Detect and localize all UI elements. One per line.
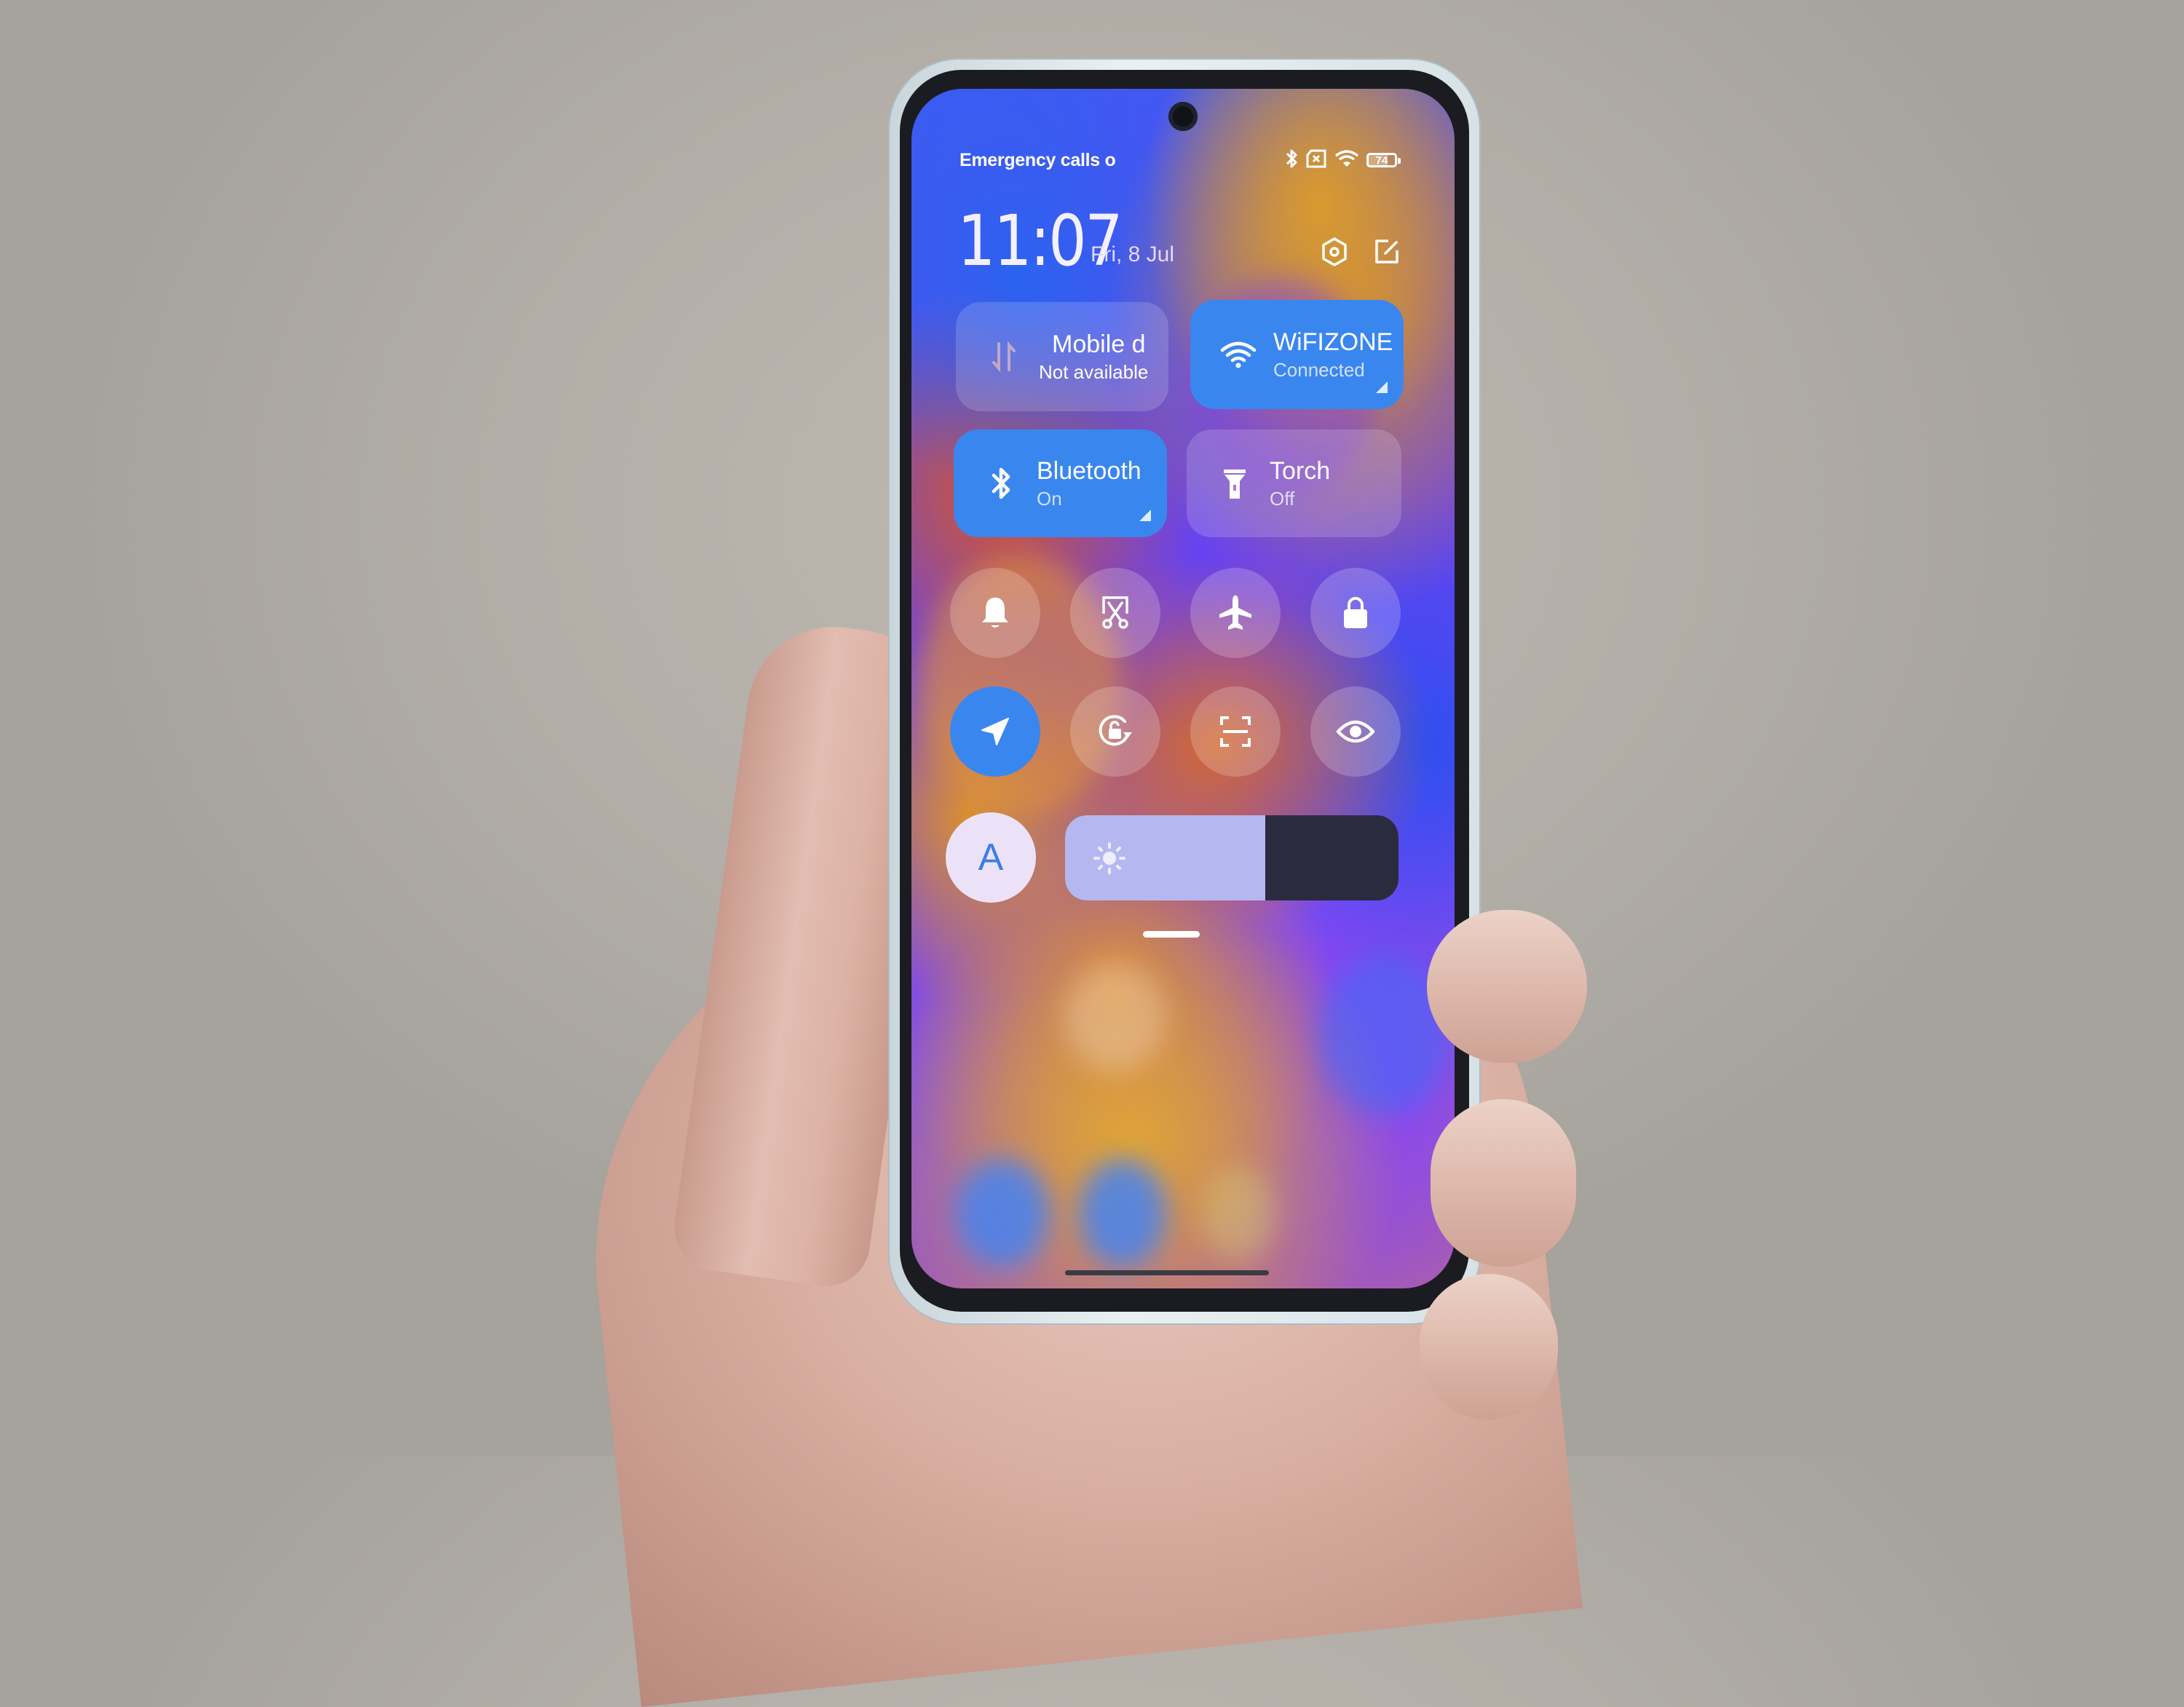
status-icons: 74 — [1285, 148, 1401, 173]
sun-icon — [1093, 841, 1126, 879]
tile-mobile-data[interactable]: Mobile d Not available — [956, 302, 1168, 411]
edit-icon — [1375, 239, 1398, 264]
bluetooth-icon — [1285, 148, 1298, 173]
tile-wifi[interactable]: WiFIZONE Connected — [1190, 300, 1404, 409]
tile-status: Off — [1270, 488, 1295, 510]
torch-icon — [1216, 464, 1254, 502]
tile-label: Bluetooth — [1037, 457, 1142, 485]
lock-icon — [1344, 597, 1367, 628]
toggle-rotation-lock[interactable] — [1070, 686, 1160, 777]
toggle-screenshot[interactable] — [1070, 568, 1160, 658]
mobile-data-icon — [985, 338, 1023, 376]
location-arrow-icon — [981, 718, 1009, 745]
tile-status: Connected — [1273, 359, 1365, 381]
brightness-slider[interactable] — [1065, 815, 1398, 900]
scissors-icon — [1102, 596, 1128, 629]
gesture-nav-bar[interactable] — [1065, 1270, 1269, 1275]
tile-label: Mobile d — [1052, 330, 1146, 358]
tile-torch[interactable]: Torch Off — [1187, 429, 1401, 537]
tile-status: On — [1037, 488, 1062, 510]
panel-drag-handle[interactable] — [1143, 931, 1200, 938]
tile-label: Torch — [1270, 457, 1331, 485]
toggle-lock-screen[interactable] — [1310, 568, 1401, 658]
expand-corner-icon — [1139, 510, 1151, 521]
toggle-reading-mode[interactable] — [1310, 686, 1401, 777]
date: Fri, 8 Jul — [1091, 242, 1175, 266]
toggle-airplane[interactable] — [1190, 568, 1281, 658]
battery-level: 74 — [1375, 154, 1388, 167]
hand-finger — [1431, 1099, 1576, 1267]
settings-icon — [1322, 237, 1347, 266]
bluetooth-icon — [983, 464, 1021, 502]
tile-status: Not available — [1039, 361, 1149, 383]
toggle-sound[interactable] — [950, 568, 1040, 658]
bell-icon — [982, 598, 1008, 627]
tile-bluetooth[interactable]: Bluetooth On — [954, 429, 1167, 537]
hand-finger — [1420, 1274, 1558, 1419]
eye-icon — [1336, 720, 1375, 743]
toggle-scanner[interactable] — [1190, 686, 1281, 777]
carrier-status-text: Emergency calls o — [960, 150, 1116, 170]
toggle-location[interactable] — [950, 686, 1040, 777]
hand-finger — [1427, 910, 1587, 1063]
clock: 11:07 — [957, 200, 1123, 282]
auto-brightness-label: A — [978, 836, 1004, 879]
airplane-icon — [1219, 595, 1251, 630]
auto-brightness-button[interactable]: A — [946, 812, 1036, 903]
tile-label: WiFIZONE — [1273, 328, 1393, 356]
front-camera — [1168, 102, 1198, 131]
rotation-lock-icon — [1099, 715, 1132, 746]
wifi-icon — [1219, 336, 1257, 373]
settings-button[interactable] — [1318, 235, 1351, 269]
battery-icon: 74 — [1366, 153, 1401, 167]
edit-button[interactable] — [1370, 235, 1404, 269]
scan-icon — [1220, 716, 1251, 747]
expand-corner-icon — [1376, 381, 1388, 393]
no-sim-icon — [1305, 149, 1327, 172]
wifi-icon — [1334, 149, 1359, 172]
